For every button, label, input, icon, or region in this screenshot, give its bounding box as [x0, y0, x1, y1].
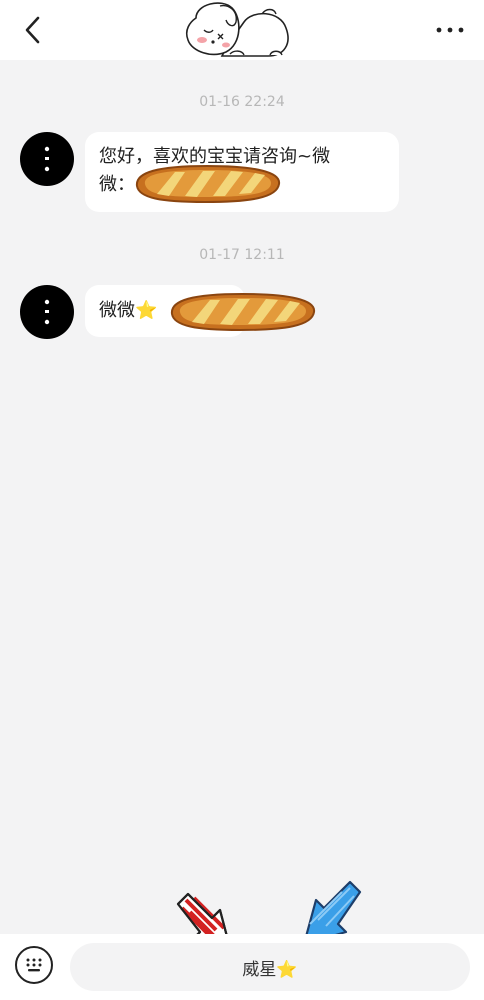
- message-text: 微微⭐️: [99, 300, 158, 321]
- message-bubble[interactable]: 您好，喜欢的宝宝请咨询~微 微：: [85, 132, 399, 212]
- sleeping-puppy-avatar[interactable]: [182, 0, 294, 60]
- chat-message-list[interactable]: 01-16 22:24 您好，喜欢的宝宝请咨询~微 微： 01-17 12:11: [0, 60, 484, 934]
- sender-logo-icon: [44, 146, 50, 172]
- sender-logo-icon: [44, 299, 50, 325]
- message-timestamp: 01-16 22:24: [199, 94, 285, 110]
- message-timestamp: 01-17 12:11: [199, 247, 285, 263]
- message-input[interactable]: 威星⭐️: [70, 943, 470, 991]
- keyboard-toggle-button[interactable]: [15, 946, 53, 984]
- more-button[interactable]: [430, 12, 470, 48]
- chat-input-bar: 威星⭐️: [0, 934, 484, 1000]
- sender-avatar[interactable]: [20, 285, 74, 339]
- chevron-left-icon: [25, 16, 40, 44]
- bread-sticker-icon: [135, 164, 281, 204]
- keyboard-icon: [26, 958, 42, 972]
- back-button[interactable]: [14, 12, 50, 48]
- chat-header: [0, 0, 484, 60]
- bread-sticker-icon: [170, 292, 316, 332]
- sender-avatar[interactable]: [20, 132, 74, 186]
- more-horizontal-icon: [436, 27, 464, 33]
- message-input-value: 威星⭐️: [242, 959, 298, 980]
